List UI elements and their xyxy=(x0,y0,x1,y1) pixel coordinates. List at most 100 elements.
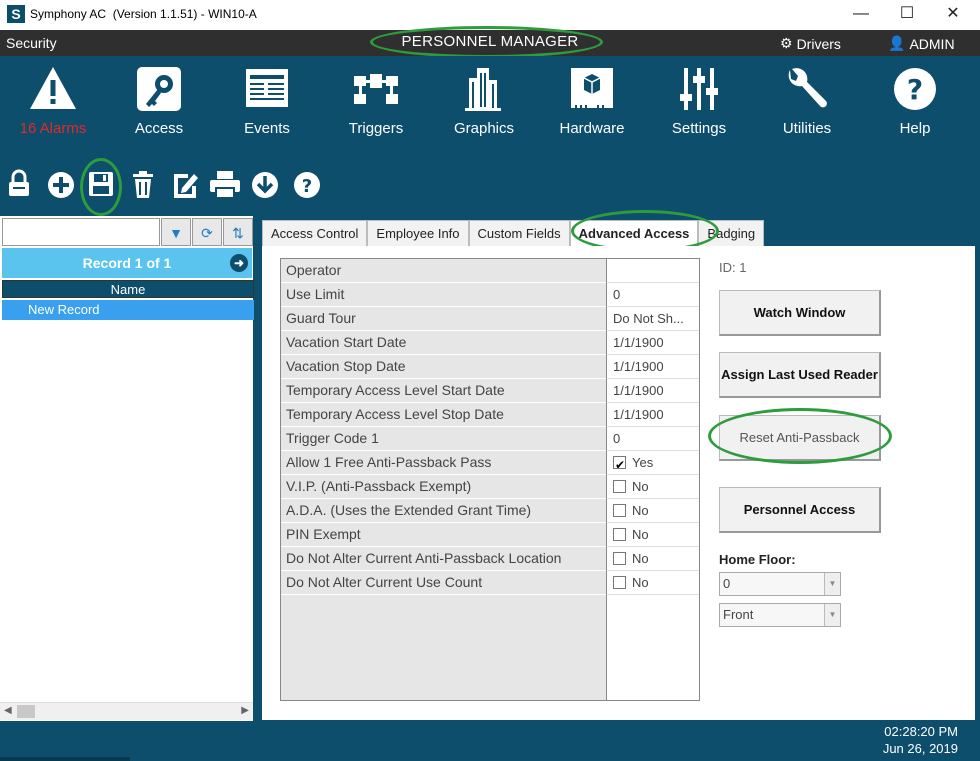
nav-label: 16 Alarms xyxy=(19,120,87,137)
page-title: PERSONNEL MANAGER xyxy=(401,33,579,50)
grid-label: A.D.A. (Uses the Extended Grant Time) xyxy=(281,499,605,523)
reset-anti-passback-button[interactable]: Reset Anti-Passback xyxy=(719,415,881,461)
tab-advanced-access[interactable]: Advanced Access xyxy=(569,220,699,246)
chevron-down-icon: ▼ xyxy=(824,573,840,595)
print-icon[interactable] xyxy=(208,168,242,200)
status-bar: 02:28:20 PM Jun 26, 2019 xyxy=(0,721,980,761)
location-select[interactable]: Front ▼ xyxy=(719,603,841,627)
tab-access-control[interactable]: Access Control xyxy=(262,220,368,246)
assign-last-used-reader-button[interactable]: Assign Last Used Reader xyxy=(719,352,881,398)
temp-access-start-field[interactable]: 1/1/1900 xyxy=(606,379,699,403)
chevron-down-icon: ▼ xyxy=(824,604,840,626)
no-alter-location-checkbox[interactable]: No xyxy=(606,547,699,571)
refresh-icon[interactable]: ⟳ xyxy=(192,218,222,246)
checkbox-label: No xyxy=(632,479,649,494)
no-alter-use-count-checkbox[interactable]: No xyxy=(606,571,699,595)
grid-row-use-limit: Use Limit 0 xyxy=(281,283,699,307)
grid-empty-area xyxy=(606,595,699,700)
grid-row-trigger-code: Trigger Code 1 0 xyxy=(281,427,699,451)
drivers-menu[interactable]: ⚙ Drivers xyxy=(780,35,841,52)
triggers-icon xyxy=(354,74,398,104)
edit-icon[interactable] xyxy=(170,168,200,200)
checkbox-label: No xyxy=(632,575,649,590)
operator-field[interactable] xyxy=(606,259,699,283)
grid-row-guard-tour: Guard Tour Do Not Sh... xyxy=(281,307,699,331)
guard-tour-field[interactable]: Do Not Sh... xyxy=(606,307,699,331)
grid-row-vacation-stop: Vacation Stop Date 1/1/1900 xyxy=(281,355,699,379)
checkbox-checked-icon xyxy=(613,454,626,474)
horizontal-scrollbar[interactable]: ◀ ▶ xyxy=(0,702,253,720)
ada-checkbox[interactable]: No xyxy=(606,499,699,523)
nav-label: Hardware xyxy=(559,120,625,137)
tab-strip: Access Control Employee Info Custom Fiel… xyxy=(262,220,765,246)
delete-icon[interactable] xyxy=(128,168,158,200)
add-icon[interactable] xyxy=(46,168,76,200)
arrow-right-icon[interactable]: ➜ xyxy=(230,254,248,272)
nav-utilities[interactable]: Utilities xyxy=(757,64,857,137)
vip-checkbox[interactable]: No xyxy=(606,475,699,499)
temp-access-stop-field[interactable]: 1/1/1900 xyxy=(606,403,699,427)
nav-settings[interactable]: Settings xyxy=(649,64,749,137)
watch-window-button[interactable]: Watch Window xyxy=(719,290,881,336)
svg-text:?: ? xyxy=(302,176,312,197)
help-icon[interactable]: ? xyxy=(292,168,322,200)
search-input[interactable] xyxy=(2,218,160,246)
grid-label: Vacation Stop Date xyxy=(281,355,605,379)
alarm-icon xyxy=(30,67,76,109)
minimize-icon[interactable]: — xyxy=(838,0,884,30)
nav-help[interactable]: ? Help xyxy=(865,64,965,137)
nav-label: Graphics xyxy=(453,120,515,137)
key-icon xyxy=(137,67,181,111)
nav-label: Events xyxy=(244,120,290,137)
scroll-left-icon[interactable]: ◀ xyxy=(4,705,12,716)
record-toolbar: ? xyxy=(0,150,980,216)
status-segment xyxy=(0,757,130,761)
personnel-access-button[interactable]: Personnel Access xyxy=(719,487,881,533)
nav-alarms[interactable]: 16 Alarms xyxy=(3,64,103,137)
tab-badging[interactable]: Badging xyxy=(698,220,765,246)
lock-icon[interactable] xyxy=(6,168,32,200)
scroll-thumb[interactable] xyxy=(17,705,35,718)
free-anti-passback-checkbox[interactable]: Yes xyxy=(606,451,699,475)
close-icon[interactable]: ✕ xyxy=(930,0,976,30)
download-icon[interactable] xyxy=(250,168,280,200)
record-list-panel: ▼ ⟳ ⇅ Record 1 of 1 ➜ Name New Record ◀ … xyxy=(0,216,257,721)
use-limit-field[interactable]: 0 xyxy=(606,283,699,307)
tab-employee-info[interactable]: Employee Info xyxy=(367,220,469,246)
home-floor-select[interactable]: 0 ▼ xyxy=(719,572,841,596)
scroll-right-icon[interactable]: ▶ xyxy=(241,705,249,716)
grid-label: Operator xyxy=(281,259,605,283)
user-menu[interactable]: 👤 ADMIN xyxy=(888,35,955,52)
main-nav: 16 Alarms Access Events Triggers Graphic… xyxy=(0,56,980,150)
column-header-name[interactable]: Name xyxy=(2,280,254,298)
vacation-start-field[interactable]: 1/1/1900 xyxy=(606,331,699,355)
pin-exempt-checkbox[interactable]: No xyxy=(606,523,699,547)
status-date: Jun 26, 2019 xyxy=(882,741,958,756)
hardware-icon xyxy=(571,68,613,108)
grid-label: Use Limit xyxy=(281,283,605,307)
grid-label: V.I.P. (Anti-Passback Exempt) xyxy=(281,475,605,499)
filter-icon[interactable]: ▼ xyxy=(161,218,191,246)
home-floor-label: Home Floor: xyxy=(719,552,796,567)
nav-access[interactable]: Access xyxy=(109,64,209,137)
tab-custom-fields[interactable]: Custom Fields xyxy=(468,220,570,246)
vacation-stop-field[interactable]: 1/1/1900 xyxy=(606,355,699,379)
grid-row-free-anti-passback: Allow 1 Free Anti-Passback Pass Yes xyxy=(281,451,699,475)
trigger-code-field[interactable]: 0 xyxy=(606,427,699,451)
nav-triggers[interactable]: Triggers xyxy=(326,64,426,137)
nav-hardware[interactable]: Hardware xyxy=(542,64,642,137)
maximize-icon[interactable]: ☐ xyxy=(884,0,930,30)
list-item[interactable]: New Record xyxy=(2,300,254,320)
grid-label: Guard Tour xyxy=(281,307,605,331)
grid-label: Allow 1 Free Anti-Passback Pass xyxy=(281,451,605,475)
checkbox-icon xyxy=(613,552,626,565)
nav-graphics[interactable]: Graphics xyxy=(434,64,534,137)
grid-row-temp-access-stop: Temporary Access Level Stop Date 1/1/190… xyxy=(281,403,699,427)
checkbox-label: No xyxy=(632,527,649,542)
grid-row-ada: A.D.A. (Uses the Extended Grant Time) No xyxy=(281,499,699,523)
sort-icon[interactable]: ⇅ xyxy=(223,218,253,246)
save-icon[interactable] xyxy=(86,168,116,200)
checkbox-icon xyxy=(613,504,626,517)
grid-row-temp-access-start: Temporary Access Level Start Date 1/1/19… xyxy=(281,379,699,403)
nav-events[interactable]: Events xyxy=(217,64,317,137)
